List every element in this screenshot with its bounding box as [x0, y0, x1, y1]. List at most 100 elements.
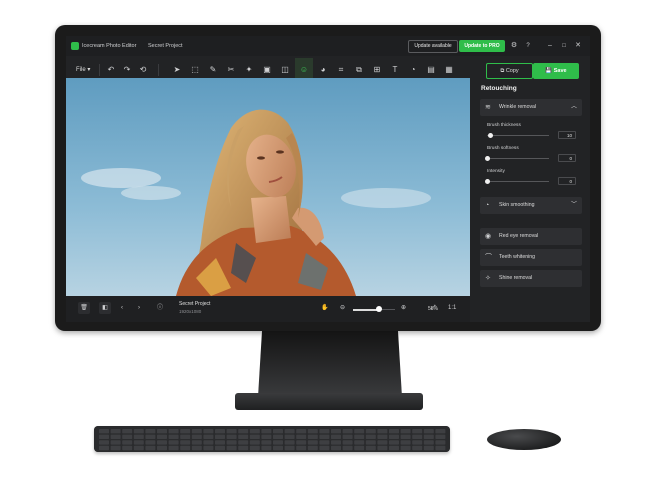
resize-icon[interactable]: ⧉	[354, 65, 364, 75]
keyboard-key	[435, 445, 446, 451]
keyboard-key	[284, 434, 295, 439]
undo-icon[interactable]: ↶	[106, 65, 116, 75]
update-available-button[interactable]: Update available	[408, 40, 458, 53]
keyboard-key	[342, 429, 353, 434]
keyboard-key	[157, 434, 167, 439]
crop-select-icon[interactable]: ⬚	[190, 65, 200, 75]
compare-icon[interactable]: ◧	[99, 302, 111, 314]
keyboard-key	[122, 434, 133, 439]
magic-wand-icon[interactable]: ✂	[226, 65, 236, 75]
redo-icon[interactable]: ↷	[122, 65, 132, 75]
intensity-knob[interactable]	[484, 179, 490, 184]
color-icon[interactable]: ◕	[318, 65, 328, 75]
teeth-whitening-item[interactable]: ⌒ Teeth whitening	[480, 249, 582, 266]
help-icon[interactable]: ?	[524, 42, 532, 50]
keyboard-key	[342, 440, 353, 445]
delete-icon[interactable]: 🗑	[78, 302, 90, 314]
keyboard-key	[249, 434, 260, 439]
keyboard-key	[331, 440, 341, 445]
image-canvas[interactable]	[66, 78, 470, 296]
keyboard-key	[203, 429, 214, 434]
keyboard-key	[423, 429, 434, 434]
zoom-out-icon[interactable]: ⊖	[340, 303, 345, 313]
close-icon[interactable]: ✕	[574, 42, 582, 50]
keyboard-key	[296, 429, 307, 434]
keyboard-key	[319, 429, 330, 434]
collage-icon[interactable]: ▦	[444, 65, 454, 75]
divider	[99, 64, 100, 76]
keyboard-key	[191, 445, 202, 451]
one-to-one-button[interactable]: 1:1	[448, 303, 456, 313]
keyboard-key	[400, 429, 411, 434]
keyboard-key	[261, 429, 272, 434]
brush-softness-value[interactable]: 0	[558, 154, 576, 162]
keyboard-key	[110, 429, 121, 434]
intensity-value[interactable]: 0	[558, 177, 576, 185]
zoom-in-icon[interactable]: ⊕	[401, 303, 406, 313]
red-eye-label: Red eye removal	[499, 233, 539, 239]
text-icon[interactable]: T	[390, 65, 400, 75]
file-menu[interactable]: File ▾	[76, 66, 90, 73]
minimize-icon[interactable]: –	[546, 42, 554, 50]
brush-softness-knob[interactable]	[484, 156, 490, 161]
shine-removal-item[interactable]: ✧ Shine removal	[480, 270, 582, 287]
status-bar: 🗑 ◧ ‹ › ⓘ Secret Project 1920x1080 ✋ ⊖ ⊕…	[66, 296, 470, 322]
update-to-pro-button[interactable]: Update to PRO	[459, 40, 505, 52]
chevron-left-icon[interactable]: ‹	[121, 303, 123, 313]
keyboard-key	[99, 445, 109, 451]
chevron-right-icon[interactable]: ›	[138, 303, 140, 313]
keyboard	[94, 426, 450, 452]
frame-icon[interactable]: ◫	[280, 65, 290, 75]
app-window: Icecream Photo Editor Secret Project Upd…	[66, 36, 590, 322]
skin-smoothing-label: Skin smoothing	[499, 202, 535, 208]
red-eye-removal-item[interactable]: ◉ Red eye removal	[480, 228, 582, 245]
brush-softness-slider[interactable]	[487, 158, 549, 159]
maximize-icon[interactable]: □	[560, 42, 568, 50]
keyboard-key	[249, 445, 260, 451]
select-icon[interactable]: ➤	[172, 65, 182, 75]
transform-icon[interactable]: ⊞	[372, 65, 382, 75]
keyboard-key	[273, 440, 283, 445]
brush-thickness-value[interactable]: 10	[558, 131, 576, 139]
chevron-down-icon[interactable]: ﹀	[571, 197, 577, 214]
intensity-slider[interactable]	[487, 181, 549, 182]
brush-icon[interactable]: ✎	[208, 65, 218, 75]
keyboard-key	[354, 429, 365, 434]
divider	[158, 64, 159, 76]
brush-thickness-slider[interactable]	[487, 135, 549, 136]
keyboard-key	[400, 445, 411, 451]
keyboard-key	[99, 440, 109, 445]
drop-icon[interactable]: ◔	[408, 65, 418, 75]
keyboard-key	[331, 429, 341, 434]
keyboard-key	[377, 445, 388, 451]
keyboard-key	[122, 429, 133, 434]
keyboard-key	[215, 445, 225, 451]
wrinkle-removal-section[interactable]: ≋ Wrinkle removal ︿	[480, 99, 582, 116]
layout-icon[interactable]: ▤	[426, 65, 436, 75]
keyboard-key	[145, 440, 156, 445]
clone-icon[interactable]: ✦	[244, 65, 254, 75]
brush-softness-label: Brush softness	[487, 146, 519, 151]
skin-smoothing-section[interactable]: ◔ Skin smoothing ﹀	[480, 197, 582, 214]
gear-icon[interactable]: ⚙	[510, 42, 518, 50]
chevron-up-icon[interactable]: ︿	[571, 99, 577, 116]
keyboard-key	[203, 445, 214, 451]
fit-screen-icon[interactable]: ⤢	[431, 303, 436, 313]
brush-thickness-knob[interactable]	[487, 133, 493, 138]
keyboard-key	[296, 440, 307, 445]
shine-label: Shine removal	[499, 275, 533, 281]
copy-button[interactable]: ⧉ Copy	[486, 63, 533, 79]
keyboard-key	[145, 429, 156, 434]
info-icon[interactable]: ⓘ	[157, 303, 163, 313]
save-button[interactable]: 💾 Save	[533, 63, 579, 79]
keyboard-key	[226, 445, 237, 451]
crop-icon[interactable]: ⌗	[336, 65, 346, 75]
keyboard-key	[400, 440, 411, 445]
monitor-stand	[258, 331, 402, 397]
image-icon[interactable]: ▣	[262, 65, 272, 75]
keyboard-key	[319, 440, 330, 445]
zoom-slider-knob[interactable]	[376, 306, 383, 312]
keyboard-key	[180, 445, 191, 451]
reset-icon[interactable]: ⟲	[138, 65, 148, 75]
hand-icon[interactable]: ✋	[321, 303, 328, 313]
